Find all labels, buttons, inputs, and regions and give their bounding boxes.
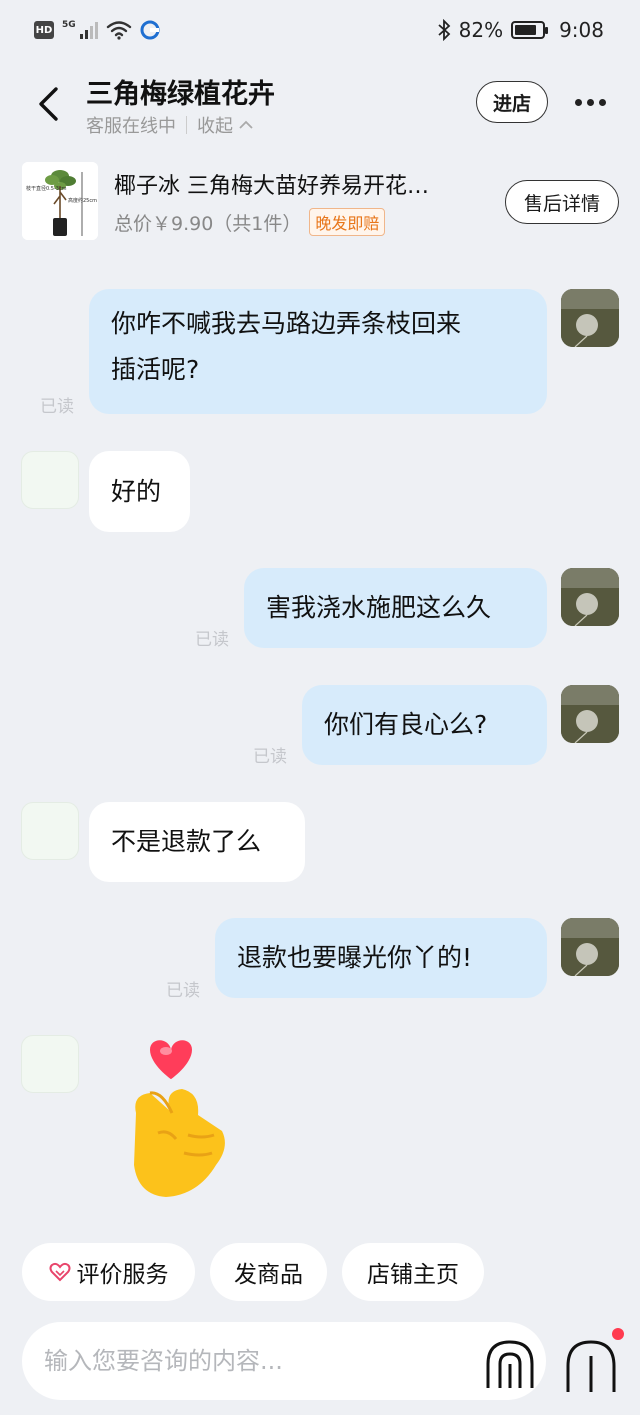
voice-icon[interactable] [482, 1334, 538, 1390]
quick-action-label: 店铺主页 [367, 1262, 459, 1288]
read-receipt: 已读 [253, 747, 287, 767]
image-caption: 高度约25cm [68, 197, 97, 204]
wifi-icon [106, 21, 131, 40]
message-input[interactable] [44, 1340, 464, 1382]
heart-outline-icon [49, 1262, 70, 1282]
shop-avatar[interactable] [21, 1035, 79, 1093]
quick-action-label: 发商品 [234, 1262, 303, 1288]
store-home-button[interactable]: 店铺主页 [342, 1243, 484, 1301]
message-bubble[interactable]: 不是退款了么 [89, 802, 305, 882]
dot-icon [586, 98, 594, 106]
message-text: 插活呢? [111, 355, 200, 384]
message-bubble[interactable]: 你们有良心么? [302, 685, 547, 765]
finger-heart-sticker[interactable] [118, 1035, 238, 1205]
divider [186, 116, 187, 134]
late-delivery-badge: 晚发即赔 [309, 208, 386, 236]
dandelion-avatar-image [561, 918, 619, 976]
image-caption: 枝干直径0.5-3cm [26, 185, 67, 192]
dandelion-avatar-image [561, 568, 619, 626]
back-button[interactable] [28, 82, 68, 126]
avatar[interactable] [561, 568, 619, 626]
more-options-button[interactable] [568, 84, 612, 120]
quick-action-label: 评价服务 [76, 1262, 169, 1288]
product-thumbnail[interactable]: 枝干直径0.5-3cm 高度约25cm [22, 162, 98, 240]
chat-header: 三角梅绿植花卉 客服在线中 收起 进店 [0, 64, 640, 144]
message-bubble[interactable]: 你咋不喊我去马路边弄条枝回来 插活呢? [89, 289, 547, 414]
rate-service-button[interactable]: 评价服务 [22, 1243, 195, 1301]
shop-avatar[interactable] [21, 802, 79, 860]
product-card[interactable]: 枝干直径0.5-3cm 高度约25cm 椰子冰 三角梅大苗好养易开花… 总价￥9… [0, 150, 640, 250]
shop-title: 三角梅绿植花卉 [86, 79, 275, 110]
collapse-label: 收起 [197, 116, 233, 137]
network-label: 5G [62, 20, 76, 30]
plant-image: 枝干直径0.5-3cm 高度约25cm [22, 162, 98, 240]
shop-avatar[interactable] [21, 451, 79, 509]
after-sale-button[interactable]: 售后详情 [505, 180, 619, 224]
battery-percent: 82% [458, 18, 504, 42]
hd-icon: HD [34, 21, 54, 39]
dandelion-avatar-image [561, 685, 619, 743]
signal-icon: 5G [62, 21, 98, 39]
message-bubble[interactable]: 好的 [89, 451, 190, 532]
dot-icon [598, 98, 606, 106]
clock: 9:08 [559, 18, 604, 42]
avatar[interactable] [561, 685, 619, 743]
battery-icon [511, 21, 549, 39]
app-notification-icon [140, 20, 160, 40]
shop-status: 客服在线中 收起 [86, 112, 253, 138]
message-input-container [22, 1322, 546, 1400]
message-bubble[interactable]: 退款也要曝光你丫的! [215, 918, 547, 998]
avatar[interactable] [561, 289, 619, 347]
product-name: 椰子冰 三角梅大苗好养易开花… [114, 174, 429, 199]
collapse-button[interactable]: 收起 [197, 112, 253, 138]
chevron-up-icon [239, 120, 253, 129]
status-bar: HD 5G 82% 9:08 [0, 0, 640, 64]
online-status: 客服在线中 [86, 116, 176, 137]
read-receipt: 已读 [40, 397, 74, 417]
bluetooth-icon [438, 19, 450, 41]
read-receipt: 已读 [195, 630, 229, 650]
more-functions-icon[interactable] [562, 1334, 620, 1392]
message-text: 你咋不喊我去马路边弄条枝回来 [111, 309, 462, 338]
enter-store-button[interactable]: 进店 [476, 81, 548, 123]
read-receipt: 已读 [166, 981, 200, 1001]
dot-icon [574, 98, 582, 106]
send-product-button[interactable]: 发商品 [210, 1243, 327, 1301]
dandelion-avatar-image [561, 289, 619, 347]
message-bubble[interactable]: 害我浇水施肥这么久 [244, 568, 547, 648]
product-price: 总价￥9.90（共1件） [114, 212, 302, 235]
notification-dot [612, 1328, 624, 1340]
chevron-left-icon [39, 87, 58, 121]
avatar[interactable] [561, 918, 619, 976]
